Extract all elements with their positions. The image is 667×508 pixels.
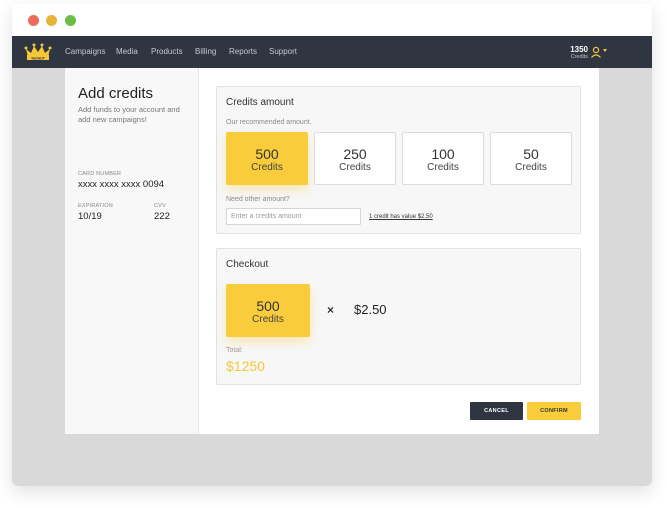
chevron-down-icon[interactable] <box>603 49 607 52</box>
nav-support[interactable]: Support <box>269 47 297 56</box>
card-number-label: CARD NUMBER <box>78 171 122 177</box>
app-window: TaCHUT Campaigns Media Products Billing … <box>12 4 652 486</box>
credit-option-250[interactable]: 250 Credits <box>314 132 396 185</box>
main-content: Add credits Add funds to your account an… <box>65 68 599 434</box>
multiply-icon: × <box>327 303 335 317</box>
credit-option-label: Credits <box>251 162 283 173</box>
checkout-title: Checkout <box>226 259 269 270</box>
logo-text: TaCHUT <box>31 56 46 60</box>
nav-reports[interactable]: Reports <box>229 47 257 56</box>
credits-amount-title: Credits amount <box>226 97 294 108</box>
credits-amount-panel: Credits amount Our recommended amount. 5… <box>216 86 581 234</box>
other-amount-text: Need other amount? <box>226 196 290 203</box>
total-value: $1250 <box>226 358 265 374</box>
credit-option-amount: 100 <box>431 146 455 162</box>
nav-campaigns[interactable]: Campaigns <box>65 47 105 56</box>
checkout-panel: Checkout 500 Credits × $2.50 Total: $125… <box>216 248 581 385</box>
confirm-button[interactable]: CONFIRM <box>527 402 581 420</box>
credits-balance: 1350 Credits <box>570 45 588 61</box>
sidebar: Add credits Add funds to your account an… <box>65 68 199 434</box>
credit-option-label: Credits <box>427 162 459 173</box>
credit-option-500[interactable]: 500 Credits <box>226 132 308 185</box>
nav-billing[interactable]: Billing <box>195 47 216 56</box>
nav-products[interactable]: Products <box>151 47 183 56</box>
credit-option-amount: 250 <box>343 146 367 162</box>
credits-balance-value: 1350 <box>570 45 588 54</box>
credit-option-amount: 500 <box>255 146 279 162</box>
checkout-amount-label: Credits <box>252 314 284 325</box>
cancel-button[interactable]: CANCEL <box>470 402 523 420</box>
checkout-unit-price: $2.50 <box>354 302 387 317</box>
maximize-window-button[interactable] <box>65 15 76 26</box>
credit-option-amount: 50 <box>523 146 539 162</box>
credits-amount-input[interactable] <box>226 208 361 225</box>
credit-option-label: Credits <box>515 162 547 173</box>
credit-option-50[interactable]: 50 Credits <box>490 132 572 185</box>
window-titlebar <box>12 4 652 36</box>
credit-option-label: Credits <box>339 162 371 173</box>
page-subtitle: Add funds to your account and add new ca… <box>78 105 180 124</box>
close-window-button[interactable] <box>28 15 39 26</box>
minimize-window-button[interactable] <box>46 15 57 26</box>
card-number-value: xxxx xxxx xxxx 0094 <box>78 179 165 190</box>
page-title: Add credits <box>78 85 154 102</box>
credit-option-100[interactable]: 100 Credits <box>402 132 484 185</box>
expiration-value: 10/19 <box>78 211 102 222</box>
user-icon[interactable] <box>590 46 602 58</box>
crown-logo-icon[interactable]: TaCHUT <box>24 43 52 61</box>
total-label: Total: <box>226 347 243 354</box>
checkout-amount-card: 500 Credits <box>226 284 310 337</box>
nav-media[interactable]: Media <box>116 47 138 56</box>
top-navbar: TaCHUT Campaigns Media Products Billing … <box>12 36 652 68</box>
recommended-text: Our recommended amount. <box>226 119 312 126</box>
cvv-label: CVV <box>154 203 166 209</box>
checkout-amount: 500 <box>256 298 280 314</box>
cvv-value: 222 <box>154 211 170 222</box>
credit-value-link[interactable]: 1 credit has value $2.50 <box>369 214 433 220</box>
expiration-label: EXPIRATION <box>78 203 113 209</box>
credits-balance-label: Credits <box>570 54 588 60</box>
